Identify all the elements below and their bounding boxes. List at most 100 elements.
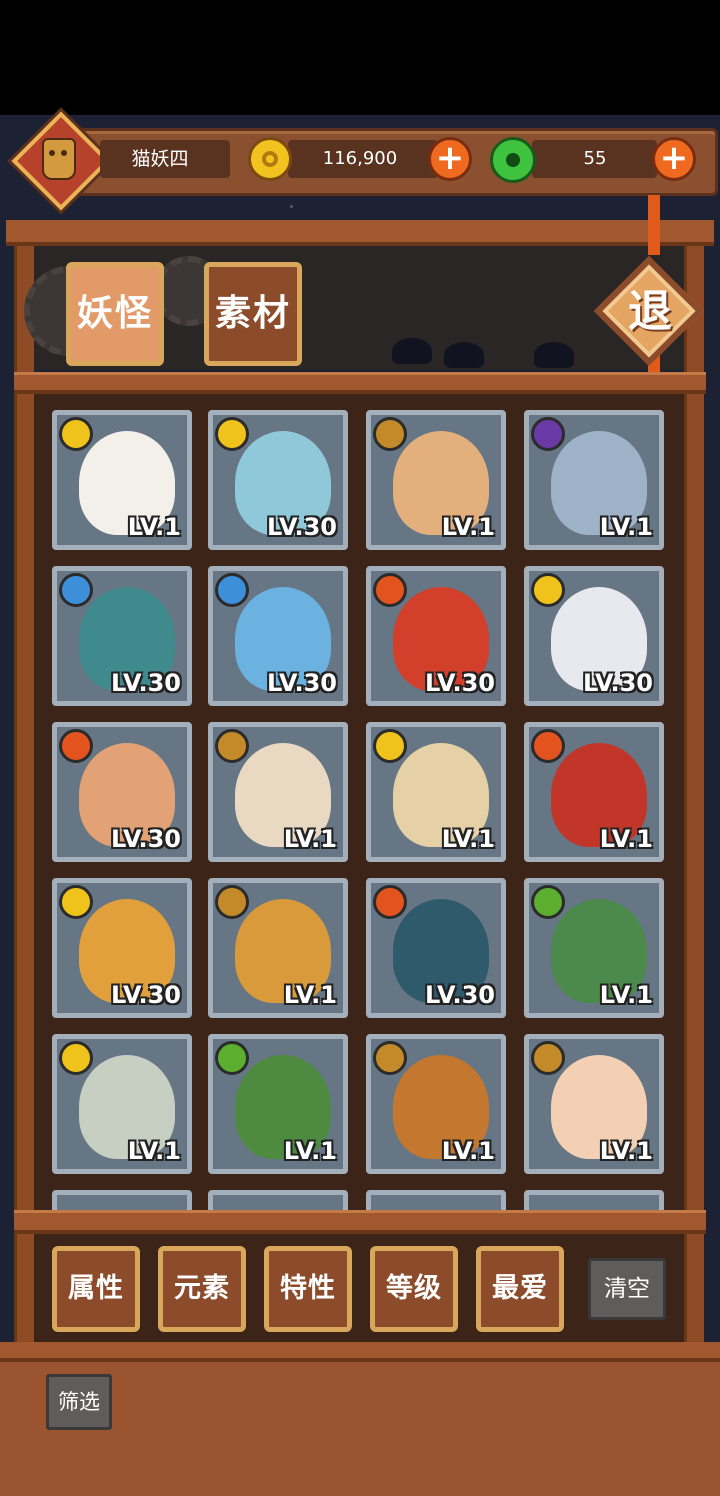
monster-level: LV.1 [599, 981, 653, 1009]
wood-element-icon [531, 885, 565, 919]
player-name: 猫妖四 [131, 148, 189, 170]
monster-level: LV.1 [599, 513, 653, 541]
monster-level: LV.30 [111, 669, 181, 697]
monster-card[interactable]: LV.1 [366, 722, 506, 862]
monster-level: LV.30 [425, 669, 495, 697]
clear-label: 清空 [604, 1276, 650, 1302]
monster-card[interactable]: LV.1 [524, 722, 664, 862]
monster-level: LV.30 [267, 669, 337, 697]
sun-element-icon [59, 1041, 93, 1075]
monster-card-partial[interactable] [524, 1190, 664, 1210]
monster-card-partial[interactable] [366, 1190, 506, 1210]
earth-element-icon [373, 1041, 407, 1075]
monster-level: LV.30 [583, 669, 653, 697]
coin-count: 116,900 [322, 148, 398, 169]
upper-shelf [14, 372, 706, 394]
add-coins-button[interactable]: + [428, 137, 472, 181]
water-element-icon [59, 573, 93, 607]
monster-card-partial[interactable] [52, 1190, 192, 1210]
moon-element-icon [531, 417, 565, 451]
fire-element-icon [373, 573, 407, 607]
sun-element-icon [59, 417, 93, 451]
monster-card[interactable]: LV.30 [524, 566, 664, 706]
monster-card[interactable]: LV.1 [366, 1034, 506, 1174]
monster-level: LV.30 [111, 825, 181, 853]
tab-materials[interactable]: 素材 [204, 262, 302, 366]
monster-level: LV.1 [599, 1137, 653, 1165]
monster-card[interactable]: LV.1 [208, 1034, 348, 1174]
filter-trait-button[interactable]: 特性 [264, 1246, 352, 1332]
lower-shelf [14, 1210, 706, 1234]
shadow-creature [392, 338, 432, 364]
filter-attribute-button[interactable]: 属性 [52, 1246, 140, 1332]
monster-level: LV.1 [283, 825, 337, 853]
filter-level-label: 等级 [386, 1273, 442, 1304]
monster-card[interactable]: LV.30 [52, 566, 192, 706]
monster-card-partial[interactable] [208, 1190, 348, 1210]
player-avatar[interactable] [11, 111, 111, 211]
card-background [57, 1195, 187, 1210]
monster-card[interactable]: LV.1 [524, 1034, 664, 1174]
monster-card[interactable]: LV.1 [52, 1034, 192, 1174]
ground-beam [0, 1342, 720, 1362]
monster-grid: LV.1 LV.30 LV.1 LV.1 LV.30 LV.30 LV.30 LV.30 LV.… [34, 394, 684, 1210]
filter-trait-label: 特性 [280, 1273, 336, 1304]
fire-element-icon [531, 729, 565, 763]
cabinet-right-post [684, 246, 704, 1346]
filter-element-button[interactable]: 元素 [158, 1246, 246, 1332]
clear-button[interactable]: 清空 [588, 1258, 666, 1320]
card-background [371, 1195, 501, 1210]
earth-element-icon [373, 417, 407, 451]
monster-card[interactable]: LV.1 [366, 410, 506, 550]
tab-materials-label: 素材 [214, 293, 291, 334]
filter-attribute-label: 属性 [68, 1273, 124, 1304]
monster-level: LV.30 [111, 981, 181, 1009]
monster-level: LV.1 [599, 825, 653, 853]
monster-level: LV.1 [441, 825, 495, 853]
monster-level: LV.1 [127, 1137, 181, 1165]
exit-button[interactable]: 退 [593, 255, 706, 368]
monster-card[interactable]: LV.30 [52, 722, 192, 862]
monster-level: LV.30 [267, 513, 337, 541]
coin-icon [248, 137, 292, 181]
shadow-creature [444, 342, 484, 368]
card-background [529, 1195, 659, 1210]
monster-level: LV.1 [283, 981, 337, 1009]
add-jade-button[interactable]: + [652, 137, 696, 181]
wood-element-icon [215, 1041, 249, 1075]
cabinet-left-post [14, 246, 34, 1346]
tab-monsters[interactable]: 妖怪 [66, 262, 164, 366]
monster-level: LV.1 [441, 513, 495, 541]
cabinet-top-beam [6, 220, 714, 246]
monster-level: LV.1 [127, 513, 181, 541]
monster-card[interactable]: LV.1 [524, 878, 664, 1018]
fire-element-icon [373, 885, 407, 919]
monster-card[interactable]: LV.30 [366, 878, 506, 1018]
filter-favorite-label: 最爱 [492, 1273, 548, 1304]
monster-card[interactable]: LV.30 [52, 878, 192, 1018]
filter-level-button[interactable]: 等级 [370, 1246, 458, 1332]
monster-card[interactable]: LV.1 [52, 410, 192, 550]
exit-label: 退 [628, 286, 672, 337]
monster-card[interactable]: LV.30 [366, 566, 506, 706]
status-bar-area [0, 0, 720, 115]
monster-card[interactable]: LV.30 [208, 566, 348, 706]
filter-element-label: 元素 [174, 1273, 230, 1304]
jade-count: 55 [583, 148, 607, 169]
tab-monsters-label: 妖怪 [76, 293, 153, 334]
water-element-icon [215, 573, 249, 607]
mask-icon [42, 138, 76, 180]
card-background [213, 1195, 343, 1210]
sun-element-icon [373, 729, 407, 763]
filter-favorite-button[interactable]: 最爱 [476, 1246, 564, 1332]
monster-card[interactable]: LV.1 [208, 878, 348, 1018]
monster-card[interactable]: LV.1 [524, 410, 664, 550]
sun-element-icon [531, 573, 565, 607]
jade-icon [490, 137, 536, 183]
monster-card[interactable]: LV.1 [208, 722, 348, 862]
earth-element-icon [531, 1041, 565, 1075]
sun-element-icon [59, 885, 93, 919]
monster-card[interactable]: LV.30 [208, 410, 348, 550]
shadow-creature [534, 342, 574, 368]
screen-button[interactable]: 筛选 [46, 1374, 112, 1430]
